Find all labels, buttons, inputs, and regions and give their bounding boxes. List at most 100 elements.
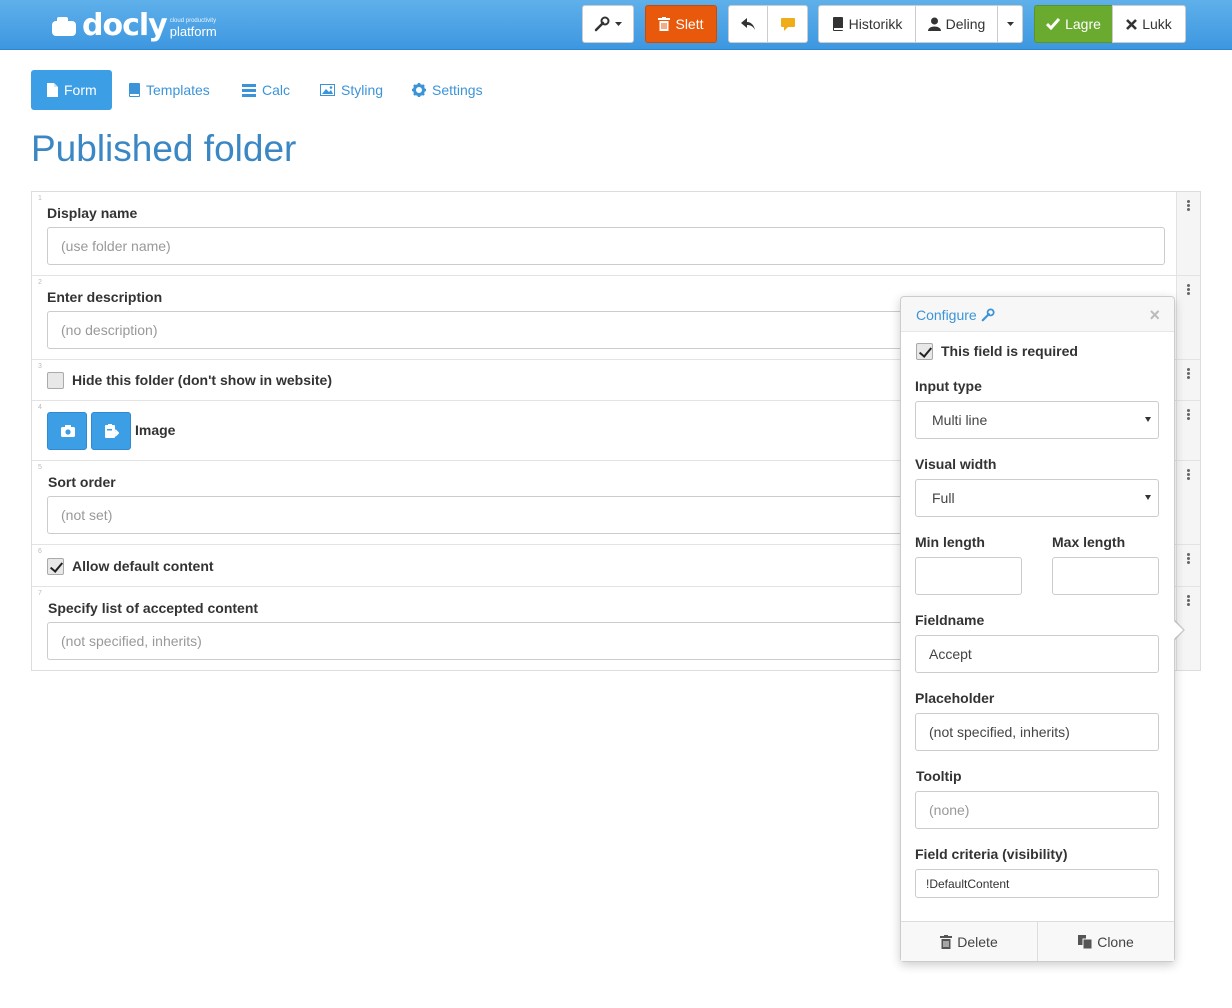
row-number: 6 xyxy=(38,548,42,555)
share-button-label: Deling xyxy=(945,16,986,32)
row-number: 1 xyxy=(38,195,42,202)
placeholder-input[interactable]: (not specified, inherits) xyxy=(915,713,1159,751)
placeholder-label: Placeholder xyxy=(915,690,995,706)
min-length-label: Min length xyxy=(915,534,985,550)
accepted-content-label: Specify list of accepted content xyxy=(48,600,259,616)
visual-width-select[interactable]: Full xyxy=(915,479,1159,517)
more-vertical-icon xyxy=(1187,553,1190,565)
delete-button[interactable]: Slett xyxy=(645,5,717,43)
list-icon xyxy=(242,83,256,97)
more-vertical-icon xyxy=(1187,409,1190,421)
input-type-select[interactable]: Multi line xyxy=(915,401,1159,439)
input-type-label: Input type xyxy=(915,378,982,394)
gear-icon xyxy=(412,83,426,97)
close-button[interactable]: Lukk xyxy=(1112,5,1186,43)
delete-button-label: Slett xyxy=(675,16,704,32)
hide-folder-label: Hide this folder (don't show in website) xyxy=(72,372,332,388)
top-bar: docly cloud productivity platform Slett … xyxy=(0,0,1232,50)
tab-templates[interactable]: Templates xyxy=(113,70,226,110)
comment-icon xyxy=(780,17,795,31)
camera-icon xyxy=(61,425,75,437)
field-delete-button[interactable]: Delete xyxy=(901,922,1037,961)
row-menu-handle[interactable] xyxy=(1176,401,1200,461)
paste-image-button[interactable] xyxy=(91,412,131,450)
history-button[interactable]: Historikk xyxy=(818,5,916,43)
tab-form[interactable]: Form xyxy=(31,70,112,110)
row-menu-handle[interactable] xyxy=(1176,276,1200,360)
max-length-input[interactable] xyxy=(1052,557,1159,595)
tab-templates-label: Templates xyxy=(146,82,210,98)
copy-icon xyxy=(1078,934,1093,949)
more-vertical-icon xyxy=(1187,200,1190,212)
more-vertical-icon xyxy=(1187,595,1190,607)
required-checkbox[interactable] xyxy=(916,343,933,360)
fieldname-input[interactable]: Accept xyxy=(915,635,1159,673)
tooltip-label: Tooltip xyxy=(916,768,962,784)
reply-button[interactable] xyxy=(728,5,768,43)
configure-popover: Configure × This field is required Input… xyxy=(900,296,1175,962)
save-button-label: Lagre xyxy=(1065,16,1101,32)
field-clone-label: Clone xyxy=(1097,933,1134,950)
close-icon xyxy=(1126,18,1138,30)
popover-header: Configure × xyxy=(901,297,1174,332)
sort-order-label: Sort order xyxy=(48,474,116,490)
row-number: 7 xyxy=(38,590,42,597)
comment-button[interactable] xyxy=(767,5,808,43)
tab-styling[interactable]: Styling xyxy=(304,70,399,110)
tab-settings[interactable]: Settings xyxy=(396,70,499,110)
required-label: This field is required xyxy=(941,343,1078,359)
field-clone-button[interactable]: Clone xyxy=(1037,922,1174,961)
visual-width-value: Full xyxy=(932,490,955,506)
caret-down-icon xyxy=(1145,417,1151,422)
row-number: 2 xyxy=(38,279,42,286)
share-dropdown-button[interactable] xyxy=(997,5,1023,43)
popover-title: Configure xyxy=(916,307,995,323)
brand-sub: platform xyxy=(169,23,217,39)
display-name-label: Display name xyxy=(47,205,138,221)
tooltip-input[interactable]: (none) xyxy=(915,791,1159,829)
camera-button[interactable] xyxy=(47,412,87,450)
hide-folder-checkbox[interactable] xyxy=(47,372,64,389)
criteria-input[interactable]: !DefaultContent xyxy=(915,869,1159,898)
tools-dropdown-button[interactable] xyxy=(582,5,634,43)
caret-down-icon xyxy=(1145,495,1151,500)
popover-arrow xyxy=(1174,621,1183,639)
row-menu-handle[interactable] xyxy=(1176,545,1200,587)
more-vertical-icon xyxy=(1187,284,1190,296)
history-button-label: Historikk xyxy=(848,16,903,32)
check-icon xyxy=(1046,18,1061,30)
user-icon xyxy=(927,17,941,31)
chevron-down-icon xyxy=(1006,21,1014,27)
save-button[interactable]: Lagre xyxy=(1034,5,1113,43)
tab-calc-label: Calc xyxy=(262,82,291,98)
row-number: 4 xyxy=(38,404,42,411)
book-icon xyxy=(832,17,844,31)
file-icon xyxy=(47,83,58,97)
input-type-value: Multi line xyxy=(932,412,988,428)
reply-icon xyxy=(741,18,755,30)
tab-styling-label: Styling xyxy=(341,82,384,98)
brand-logo[interactable]: docly cloud productivity platform xyxy=(50,9,217,43)
trash-icon xyxy=(658,17,671,31)
form-row: 1 Display name (use folder name) xyxy=(32,192,1176,276)
min-length-input[interactable] xyxy=(915,557,1022,595)
close-button-label: Lukk xyxy=(1142,16,1172,32)
cloud-icon xyxy=(50,15,78,37)
popover-close-icon[interactable]: × xyxy=(1149,306,1160,324)
wrench-icon xyxy=(981,308,995,322)
image-icon xyxy=(320,84,335,96)
field-delete-label: Delete xyxy=(957,933,998,950)
share-button[interactable]: Deling xyxy=(915,5,998,43)
row-number: 3 xyxy=(38,363,42,370)
wrench-icon xyxy=(594,16,610,32)
row-menu-handle[interactable] xyxy=(1176,461,1200,545)
allow-default-content-checkbox[interactable] xyxy=(47,558,64,575)
tab-settings-label: Settings xyxy=(432,82,483,98)
row-menu-handle[interactable] xyxy=(1176,192,1200,276)
page-title: Published folder xyxy=(31,128,297,169)
tab-calc[interactable]: Calc xyxy=(226,70,306,110)
display-name-input[interactable]: (use folder name) xyxy=(47,227,1165,265)
row-menu-handle[interactable] xyxy=(1176,360,1200,401)
row-number: 5 xyxy=(38,464,42,471)
trash-icon xyxy=(940,934,953,949)
